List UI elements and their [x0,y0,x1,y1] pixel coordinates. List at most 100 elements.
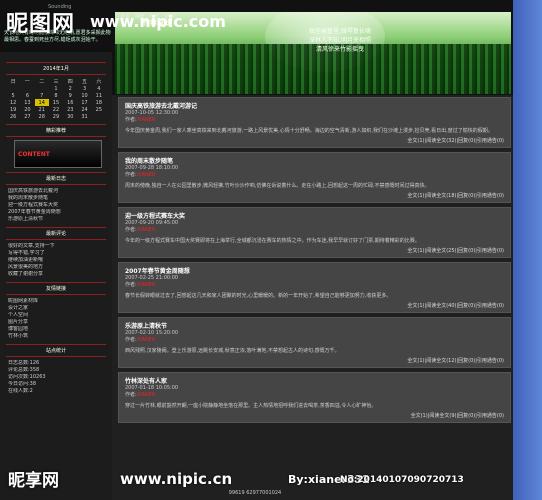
link-item[interactable]: 昵图网素材库 [8,298,104,305]
post-date: 2007-09-28 18:10:00 [125,165,179,171]
post-title[interactable]: 竹林深处有人家 [125,376,504,385]
calendar-row: 12 13 14 15 16 17 18 [6,99,106,106]
main-content: 国庆高铁旅游去北戴河游记 2007-10-05 12:30:00 作者:XIANER… [115,95,513,500]
post-footer-links[interactable]: 全文(1)|阅读全文(25)|回复(0)|引用通告(0) [125,247,504,254]
post-title[interactable]: 国庆高铁旅游去北戴河游记 [125,101,504,110]
post-body: 周末的傍晚,独自一人在公园里散步,微风轻拂,竹叶沙沙作响,仿佛在诉说着什么。走在… [125,183,430,189]
calendar: 日一二三四五六 1 2 3 4 5 6 7 8 9 10 11 12 13 14 15 16 17 18 19 20 21… [6,78,106,120]
post-author[interactable]: XIANER [137,117,156,123]
post-body: 今年国庆黄金周,我们一家人乘坐高铁来到北戴河旅游,一路上风景优美,心情十分舒畅。… [125,128,493,134]
calendar-row: 26 27 28 29 30 31 [6,113,106,120]
calendar-day[interactable]: 30 [63,113,77,120]
post-footer-links[interactable]: 全文(1)|阅读全文(12)|回复(0)|引用通告(0) [125,357,504,364]
post-author[interactable]: XIANER [137,282,156,288]
stats-item: 日志总数:126 [8,360,40,366]
calendar-day[interactable]: 29 [49,113,63,120]
post-body: 西风残照,汉家陵阙。登上乐游原,远眺长安城,秋意正浓,落叶满地,不禁想起古人的诗… [125,348,340,354]
calendar-day[interactable]: 25 [92,106,106,113]
calendar-day[interactable]: 19 [6,106,20,113]
calendar-day[interactable]: 6 [20,92,34,99]
post-title[interactable]: 乐游原上清秋节 [125,321,504,330]
calendar-day[interactable]: 8 [49,92,63,99]
calendar-table: 日一二三四五六 1 2 3 4 5 6 7 8 9 10 11 12 13 14 15 16 17 18 19 20 21… [6,78,106,120]
post-author[interactable]: XIANER [137,392,156,398]
comments-list: 很好的文章,支持一下 写得不错,学习了 继续加油更新哦 风景很美的地方 收藏了谢… [8,243,104,278]
calendar-day[interactable]: 28 [35,113,49,120]
post-footer-links[interactable]: 全文(1)|阅读全文(40)|回复(0)|引用通告(0) [125,302,504,309]
calendar-row: 日一二三四五六 [6,78,106,85]
calendar-day[interactable]: 16 [63,99,77,106]
calendar-day[interactable]: 5 [6,92,20,99]
calendar-day[interactable]: 10 [77,92,91,99]
recent-item[interactable]: 国庆高铁旅游去北戴河 [8,188,104,195]
calendar-day[interactable]: 22 [49,106,63,113]
calendar-day [20,85,34,92]
calendar-day[interactable]: 14 [34,99,49,106]
calendar-day[interactable]: 3 [77,85,91,92]
recent-item[interactable]: 迎一级方程式赛车大奖 [8,202,104,209]
post-author-row: 作者:XIANER [125,172,504,179]
comment-item[interactable]: 很好的文章,支持一下 [8,243,104,250]
calendar-day[interactable]: 21 [35,106,49,113]
watermark-id: No:20140107090720713 [340,475,464,485]
calendar-day[interactable]: 13 [20,99,34,106]
post-footer-links[interactable]: 全文(1)|阅读全文(32)|回复(0)|引用通告(0) [125,137,504,144]
post-author-label: 作者: [125,227,137,233]
calendar-day[interactable]: 20 [20,106,34,113]
calendar-day[interactable]: 23 [63,106,77,113]
post-author-row: 作者:XIANER [125,227,504,234]
post-body: 今年的一级方程式赛车中国大奖赛即将在上海举行,全城都沉浸在赛车的热情之中。作为车… [125,238,420,244]
post-footer-links[interactable]: 全文(1)|阅读全文(9)|回复(0)|引用通告(0) [125,412,504,419]
comment-item[interactable]: 风景很美的地方 [8,264,104,271]
calendar-day[interactable]: 4 [92,85,106,92]
post-author[interactable]: XIANER [137,227,156,233]
calendar-day[interactable]: 1 [49,85,63,92]
blog-page: 竹林深处 独坐幽篁里,弹琴复长啸 深林人不知,明月来相照 清风徐来竹影摇曳 首页… [0,0,513,500]
calendar-day [35,85,49,92]
link-item[interactable]: 个人空间 [8,312,104,319]
blog-post: 我的周末散步随笔 2007-09-28 18:10:00 作者:XIANER 周末的傍… [118,152,511,203]
comments-title: 最新评论 [6,227,106,240]
recent-item[interactable]: 2007年春节黄金周随想 [8,209,104,216]
link-item[interactable]: 竹林小筑 [8,333,104,340]
calendar-day[interactable]: 18 [92,99,106,106]
window-frame-edge [513,0,542,500]
featured-image-text: CONTENT [18,151,50,158]
post-title[interactable]: 我的周末散步随笔 [125,156,504,165]
links-list: 昵图网素材库 设计之家 个人空间 图片分享 博客园地 竹林小筑 [8,298,104,340]
banner-poem-line: 独坐幽篁里,弹琴复长啸 [309,28,371,35]
calendar-day[interactable]: 27 [20,113,34,120]
calendar-day[interactable]: 12 [6,99,20,106]
calendar-weekday: 二 [39,79,45,85]
calendar-day[interactable]: 31 [77,113,91,120]
featured-image[interactable]: CONTENT [14,140,102,168]
link-item[interactable]: 设计之家 [8,305,104,312]
calendar-day[interactable]: 9 [63,92,77,99]
recent-item[interactable]: 我的周末散步随笔 [8,195,104,202]
calendar-day[interactable]: 7 [35,92,49,99]
banner-poem-line: 清风徐来竹影摇曳 [315,46,364,53]
banner-poem-line: 深林人不知,明月来相照 [309,37,371,44]
calendar-weekday: 六 [96,79,102,85]
comment-item[interactable]: 收藏了谢谢分享 [8,271,104,278]
watermark-url-top: www.nipic.com [90,12,226,31]
recent-item[interactable]: 乐游原上清秋节 [8,216,104,223]
calendar-day[interactable]: 26 [6,113,20,120]
calendar-day[interactable]: 24 [77,106,91,113]
post-title[interactable]: 迎一级方程式赛车大奖 [125,211,504,220]
post-author[interactable]: XIANER [137,172,156,178]
comment-item[interactable]: 写得不错,学习了 [8,250,104,257]
calendar-day[interactable]: 2 [63,85,77,92]
post-footer-links[interactable]: 全文(1)|阅读全文(18)|回复(0)|引用通告(0) [125,192,504,199]
link-item[interactable]: 图片分享 [8,319,104,326]
calendar-day[interactable]: 15 [49,99,63,106]
post-author-label: 作者: [125,337,137,343]
post-date: 2007-10-05 12:30:00 [125,110,179,116]
calendar-day[interactable]: 17 [77,99,91,106]
post-title[interactable]: 2007年春节黄金周随想 [125,266,504,275]
link-item[interactable]: 博客园地 [8,326,104,333]
watermark-url-bottom: www.nipic.cn [120,470,233,488]
calendar-day[interactable]: 11 [92,92,106,99]
comment-item[interactable]: 继续加油更新哦 [8,257,104,264]
post-author[interactable]: XIANER [137,337,156,343]
